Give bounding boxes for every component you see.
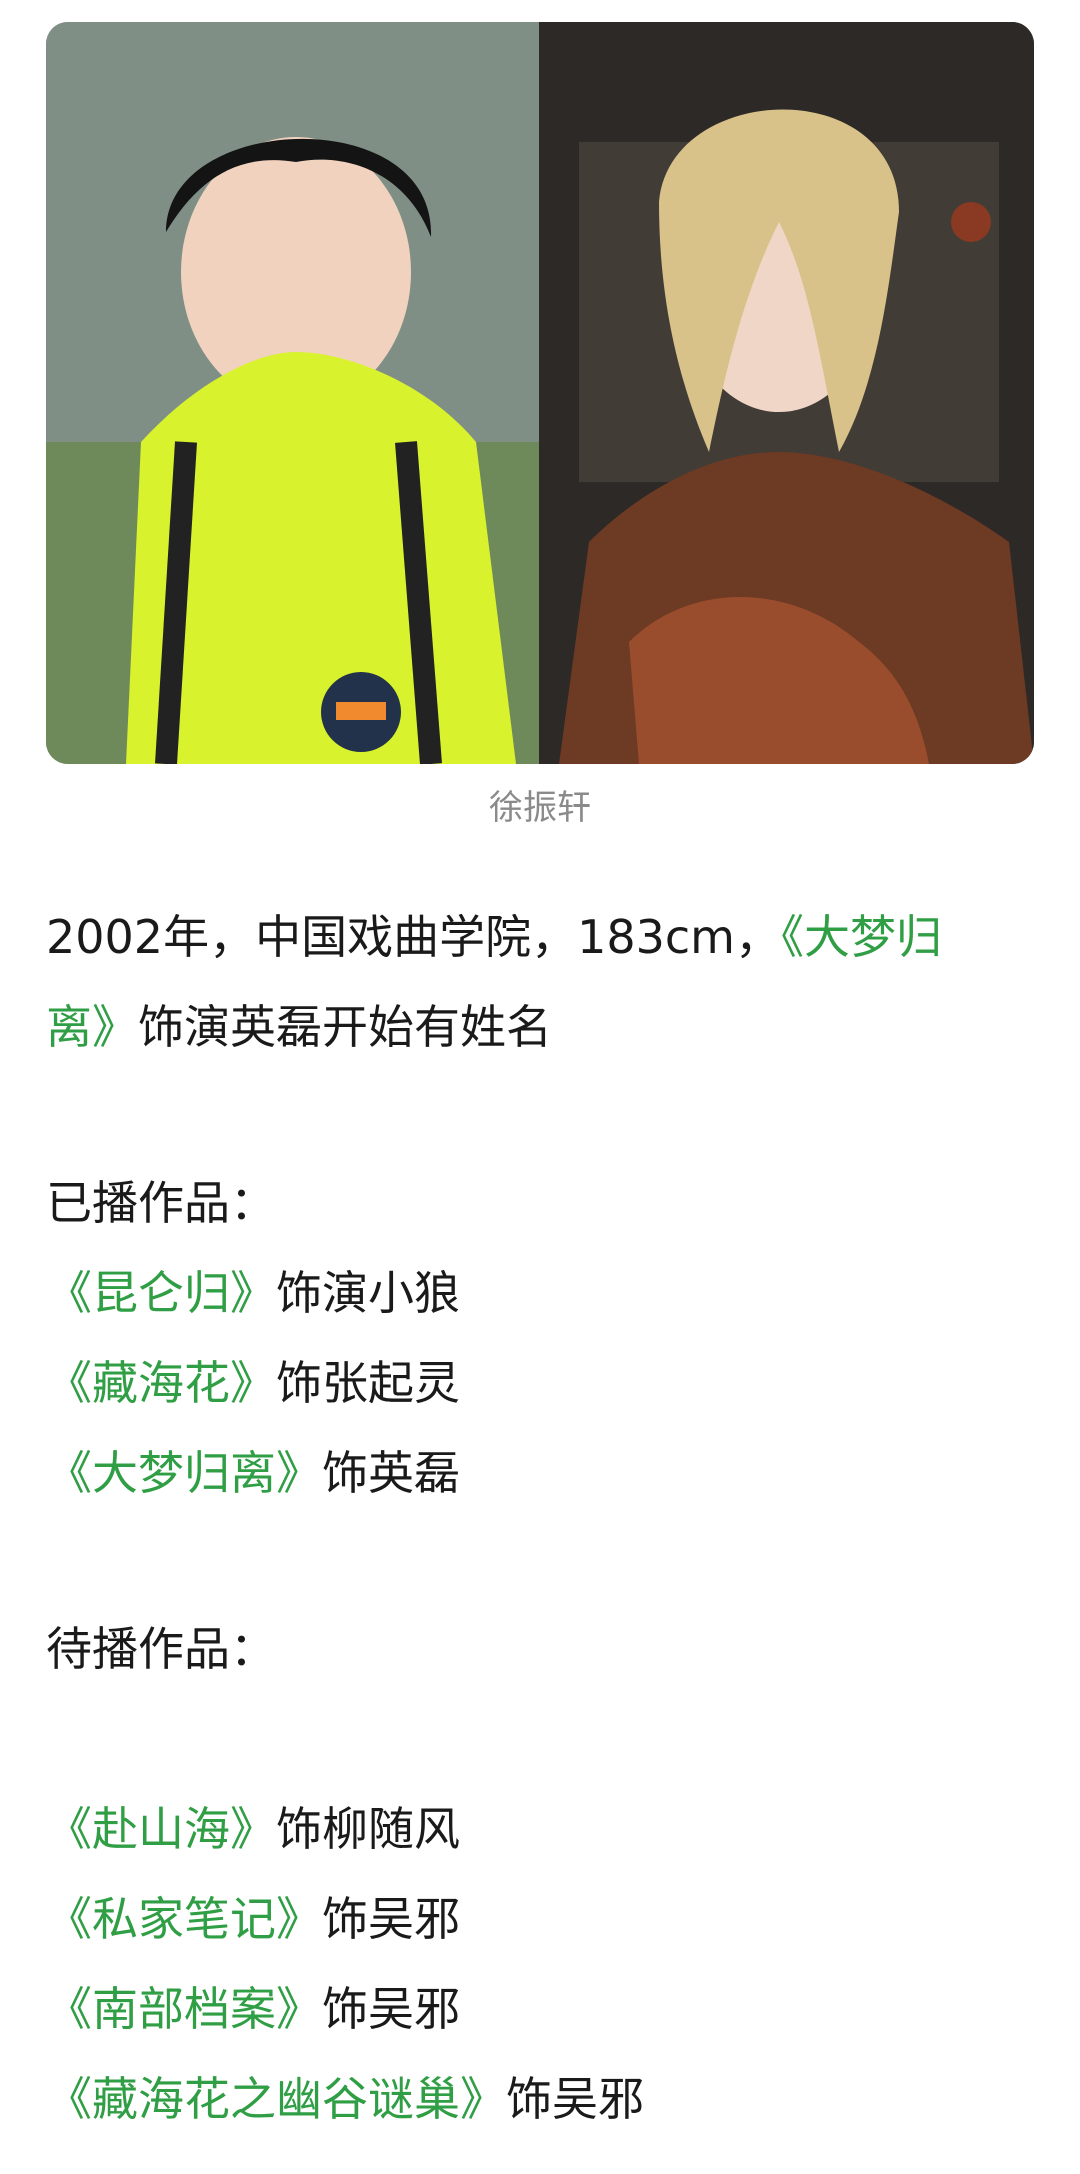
intro-title-link-end[interactable]: 离》: [46, 1000, 138, 1054]
aired-title-link[interactable]: 《昆仑归》: [46, 1266, 276, 1320]
aired-item: 《大梦归离》饰英磊: [46, 1428, 1036, 1518]
upcoming-item: 《私家笔记》饰吴邪: [46, 1874, 1036, 1964]
photo-pair[interactable]: [46, 22, 1034, 764]
aired-role: 饰演小狼: [276, 1266, 460, 1320]
aired-list: 《昆仑归》饰演小狼 《藏海花》饰张起灵 《大梦归离》饰英磊: [46, 1248, 1036, 1518]
photo-left-illustration: [46, 22, 539, 764]
photo-right-costume[interactable]: [539, 22, 1034, 764]
photo-caption: 徐振轩: [489, 788, 591, 828]
aired-heading: 已播作品：: [46, 1176, 276, 1230]
aired-role: 饰张起灵: [276, 1356, 460, 1410]
intro-suffix: 饰演英磊开始有姓名: [138, 1000, 552, 1054]
upcoming-role: 饰柳随风: [276, 1802, 460, 1856]
photo-right-illustration: [539, 22, 1034, 764]
aired-item: 《昆仑归》饰演小狼: [46, 1248, 1036, 1338]
upcoming-role: 饰吴邪: [322, 1892, 460, 1946]
upcoming-heading: 待播作品：: [46, 1622, 276, 1676]
upcoming-item: 《南部档案》饰吴邪: [46, 1964, 1036, 2054]
upcoming-title-link[interactable]: 《私家笔记》: [46, 1892, 322, 1946]
upcoming-title-link[interactable]: 《南部档案》: [46, 1982, 322, 2036]
upcoming-role: 饰吴邪: [506, 2072, 644, 2126]
intro-line-2: 离》饰演英磊开始有姓名: [46, 982, 1036, 1072]
intro-line-1: 2002年，中国戏曲学院，183cm，《大梦归: [46, 892, 1036, 982]
intro-text: 2002年，中国戏曲学院，183cm，: [46, 910, 781, 964]
photo-left-casual[interactable]: [46, 22, 539, 764]
intro-paragraph: 2002年，中国戏曲学院，183cm，《大梦归 离》饰演英磊开始有姓名: [46, 892, 1036, 1072]
aired-title-link[interactable]: 《大梦归离》: [46, 1446, 322, 1500]
upcoming-title-link[interactable]: 《赴山海》: [46, 1802, 276, 1856]
upcoming-item: 《藏海花之幽谷谜巢》饰吴邪: [46, 2054, 1036, 2144]
upcoming-item: 《赴山海》饰柳随风: [46, 1784, 1036, 1874]
intro-title-link-start[interactable]: 《大梦归: [781, 910, 942, 964]
aired-title-link[interactable]: 《藏海花》: [46, 1356, 276, 1410]
upcoming-list: 《赴山海》饰柳随风 《私家笔记》饰吴邪 《南部档案》饰吴邪 《藏海花之幽谷谜巢》…: [46, 1784, 1036, 2144]
upcoming-role: 饰吴邪: [322, 1982, 460, 2036]
aired-item: 《藏海花》饰张起灵: [46, 1338, 1036, 1428]
aired-role: 饰英磊: [322, 1446, 460, 1500]
upcoming-title-link[interactable]: 《藏海花之幽谷谜巢》: [46, 2072, 506, 2126]
